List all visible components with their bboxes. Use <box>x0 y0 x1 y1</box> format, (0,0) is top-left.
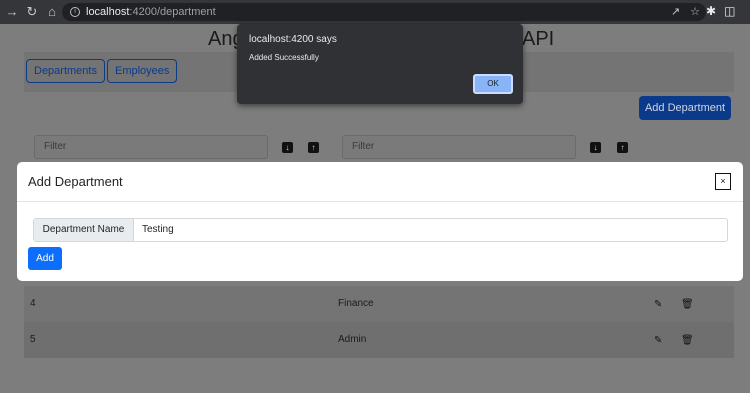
ok-button[interactable]: OK <box>473 74 513 94</box>
extensions-icon[interactable]: ✱ <box>706 4 716 18</box>
nav-employees-button[interactable]: Employees <box>107 59 178 83</box>
alert-message: Added Successfully <box>249 53 319 62</box>
filter-input-id[interactable]: Filter <box>34 135 268 159</box>
alert-title: localhost:4200 says <box>249 34 337 45</box>
department-id: 4 <box>30 298 36 309</box>
alert-dialog: localhost:4200 says Added Successfully O… <box>237 24 523 104</box>
department-name: Admin <box>338 334 367 345</box>
bookmark-star-icon[interactable]: ☆ <box>690 5 700 18</box>
department-name-group: Department Name Testing <box>33 218 728 242</box>
browser-toolbar: → ↻ ⌂ i localhost :4200/department ↗ ☆ ✱… <box>0 0 750 24</box>
nav-departments-button[interactable]: Departments <box>26 59 105 83</box>
side-panel-icon[interactable]: ◫ <box>724 4 735 18</box>
table-row: 4 Finance ✎ 🗑 <box>24 286 734 322</box>
site-info-icon[interactable]: i <box>70 7 80 17</box>
close-icon[interactable]: × <box>715 173 731 190</box>
add-button[interactable]: Add <box>28 247 62 270</box>
reload-icon[interactable]: ↻ <box>24 4 40 20</box>
department-name-label: Department Name <box>34 219 134 241</box>
address-bar[interactable]: i localhost :4200/department ↗ ☆ <box>62 3 706 21</box>
trash-icon[interactable]: 🗑 <box>681 335 694 346</box>
trash-icon[interactable]: 🗑 <box>681 299 694 310</box>
modal-header: Add Department × <box>17 162 743 202</box>
url-host: localhost <box>86 6 130 18</box>
url-path: :4200/department <box>129 6 216 18</box>
sort-desc-icon[interactable]: ↓ <box>282 142 293 153</box>
sort-asc-icon[interactable]: ↑ <box>308 142 319 153</box>
department-name: Finance <box>338 298 374 309</box>
modal-title: Add Department <box>28 174 123 189</box>
add-department-button[interactable]: Add Department <box>639 96 731 120</box>
department-name-input[interactable]: Testing <box>134 219 727 241</box>
back-icon[interactable]: → <box>4 4 20 20</box>
department-id: 5 <box>30 334 36 345</box>
filter-input-name[interactable]: Filter <box>342 135 576 159</box>
edit-icon[interactable]: ✎ <box>654 299 662 310</box>
sort-desc-icon[interactable]: ↓ <box>590 142 601 153</box>
add-department-modal: Add Department × Department Name Testing… <box>17 162 743 281</box>
share-icon[interactable]: ↗ <box>671 5 680 18</box>
home-icon[interactable]: ⌂ <box>44 4 60 20</box>
table-row: 5 Admin ✎ 🗑 <box>24 322 734 358</box>
edit-icon[interactable]: ✎ <box>654 335 662 346</box>
sort-asc-icon[interactable]: ↑ <box>617 142 628 153</box>
